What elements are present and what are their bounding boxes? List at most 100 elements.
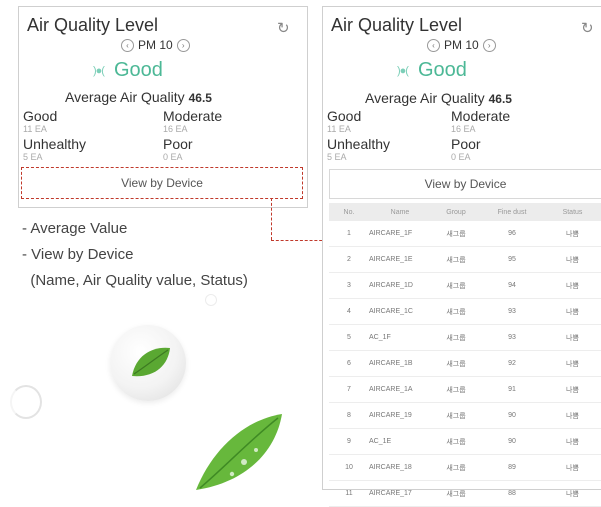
chevron-right-circle-icon[interactable]: ›	[176, 38, 190, 52]
pm-label: PM 10	[138, 38, 173, 52]
column-header[interactable]: Name	[369, 203, 431, 221]
table-cell: AIRCARE_18	[369, 454, 431, 481]
table-row[interactable]: 2 AIRCARE_1E 새그룹 95 나쁨	[329, 246, 601, 273]
stat-good: Good 11 EA	[327, 109, 361, 135]
stat-unhealthy: Unhealthy 5 EA	[23, 136, 87, 163]
table-cell: 4	[329, 298, 369, 325]
table-cell: 나쁨	[543, 428, 601, 455]
stat-count: 5 EA	[23, 152, 43, 162]
stat-label: Unhealthy	[23, 136, 87, 152]
table-cell: 새그룹	[431, 246, 481, 273]
air-wave-icon: )●(	[93, 64, 105, 77]
status-label: Good	[113, 59, 163, 81]
table-row[interactable]: 8 AIRCARE_19 새그룹 90 나쁨	[329, 402, 601, 429]
note-item: - Average Value	[22, 220, 128, 237]
left-air-quality-panel: Air Quality Level ↻ ‹ PM 10 › )●( Good A…	[18, 6, 308, 208]
table-row[interactable]: 9 AC_1E 새그룹 90 나쁨	[329, 428, 601, 455]
chevron-left-circle-icon[interactable]: ‹	[427, 38, 440, 52]
refresh-icon[interactable]: ↻	[581, 19, 594, 37]
device-table: No. Name Group Fine dust Status 1 AIRCARE…	[329, 203, 601, 507]
stat-moderate: Moderate 16 EA	[451, 109, 510, 135]
view-by-device-button[interactable]: View by Device	[329, 169, 601, 199]
leaf-decoration	[132, 347, 170, 377]
column-header[interactable]: Group	[431, 203, 481, 221]
pm-label: PM 10	[444, 38, 479, 52]
table-cell: 6	[329, 350, 369, 377]
chevron-left-circle-icon[interactable]: ‹	[121, 38, 134, 52]
table-row[interactable]: 3 AIRCARE_1D 새그룹 94 나쁨	[329, 272, 601, 299]
device-table-body: 1 AIRCARE_1F 새그룹 96 나쁨 2 AIRCARE_1E 새그룹 95 나쁨 3 AIR…	[329, 221, 601, 507]
table-cell: AIRCARE_1A	[369, 376, 431, 403]
table-cell: 새그룹	[431, 428, 481, 455]
average-row: Average Air Quality 46.5	[65, 89, 212, 105]
table-cell: 새그룹	[431, 480, 481, 507]
connector-line	[271, 240, 327, 241]
table-cell: 93	[481, 324, 543, 351]
table-cell: 9	[329, 428, 369, 455]
stat-moderate: Moderate 16 EA	[163, 108, 223, 135]
note-item: - View by Device	[22, 246, 134, 263]
table-cell: AIRCARE_1F	[369, 221, 431, 247]
view-by-device-button[interactable]: View by Device	[21, 167, 303, 199]
table-cell: AIRCARE_1C	[369, 298, 431, 325]
table-cell: AC_1E	[369, 428, 431, 455]
table-row[interactable]: 5 AC_1F 새그룹 93 나쁨	[329, 324, 601, 351]
stat-label: Poor	[451, 136, 481, 152]
table-cell: 7	[329, 376, 369, 403]
average-value: 46.5	[188, 91, 212, 105]
table-cell: 나쁨	[543, 376, 601, 403]
refresh-icon[interactable]: ↻	[277, 19, 290, 37]
table-row[interactable]: 1 AIRCARE_1F 새그룹 96 나쁨	[329, 221, 601, 247]
right-air-quality-panel: Air Quality Level ↻ ‹ PM 10 › )●( Good A…	[322, 6, 601, 507]
table-cell: 92	[481, 350, 543, 377]
stat-count: 11 EA	[23, 124, 47, 134]
table-cell: AIRCARE_19	[369, 402, 431, 429]
stat-label: Moderate	[163, 108, 223, 124]
table-header-row: No. Name Group Fine dust Status	[329, 203, 601, 221]
table-cell: 새그룹	[431, 324, 481, 351]
table-row[interactable]: 4 AIRCARE_1C 새그룹 93 나쁨	[329, 298, 601, 325]
bubble-decoration	[10, 385, 42, 419]
table-cell: 새그룹	[431, 221, 481, 247]
chevron-right-circle-icon[interactable]: ›	[482, 38, 496, 52]
column-header[interactable]: Fine dust	[481, 203, 543, 221]
stat-count: 0 EA	[163, 152, 183, 162]
stat-count: 0 EA	[451, 152, 471, 162]
stat-count: 16 EA	[451, 124, 476, 134]
table-row[interactable]: 7 AIRCARE_1A 새그룹 91 나쁨	[329, 376, 601, 403]
average-label: Average Air Quality	[365, 90, 485, 106]
table-cell: 90	[481, 428, 543, 455]
panel-title: Air Quality Level	[27, 15, 159, 35]
leaf-decoration	[196, 414, 282, 490]
table-row[interactable]: 6 AIRCARE_1B 새그룹 92 나쁨	[329, 350, 601, 377]
table-row[interactable]: 10 AIRCARE_18 새그룹 89 나쁨	[329, 454, 601, 481]
table-cell: 새그룹	[431, 272, 481, 299]
table-cell: 88	[481, 480, 543, 507]
pm-selector: ‹ PM 10 ›	[427, 38, 496, 52]
stat-poor: Poor 0 EA	[163, 137, 193, 163]
table-cell: AIRCARE_1E	[369, 246, 431, 273]
column-header[interactable]: No.	[329, 203, 369, 221]
table-cell: 나쁨	[543, 402, 601, 429]
table-cell: 95	[481, 246, 543, 273]
table-row[interactable]: 11 AIRCARE_17 새그룹 88 나쁨	[329, 480, 601, 507]
table-cell: AIRCARE_1D	[369, 272, 431, 299]
table-cell: 나쁨	[543, 221, 601, 247]
table-cell: 5	[329, 324, 369, 351]
average-label: Average Air Quality	[65, 89, 185, 105]
stat-count: 16 EA	[163, 124, 188, 134]
pm-selector: ‹ PM 10 ›	[121, 38, 190, 52]
table-cell: 2	[329, 246, 369, 273]
table-cell: 96	[481, 221, 543, 247]
table-cell: 94	[481, 272, 543, 299]
table-cell: AIRCARE_17	[369, 480, 431, 507]
table-cell: 10	[329, 454, 369, 481]
table-cell: 89	[481, 454, 543, 481]
column-header[interactable]: Status	[543, 203, 601, 221]
table-cell: 11	[329, 480, 369, 507]
table-cell: 1	[329, 221, 369, 247]
table-cell: 90	[481, 402, 543, 429]
table-cell: 나쁨	[543, 454, 601, 481]
table-cell: 93	[481, 298, 543, 325]
average-value: 46.5	[488, 92, 512, 106]
